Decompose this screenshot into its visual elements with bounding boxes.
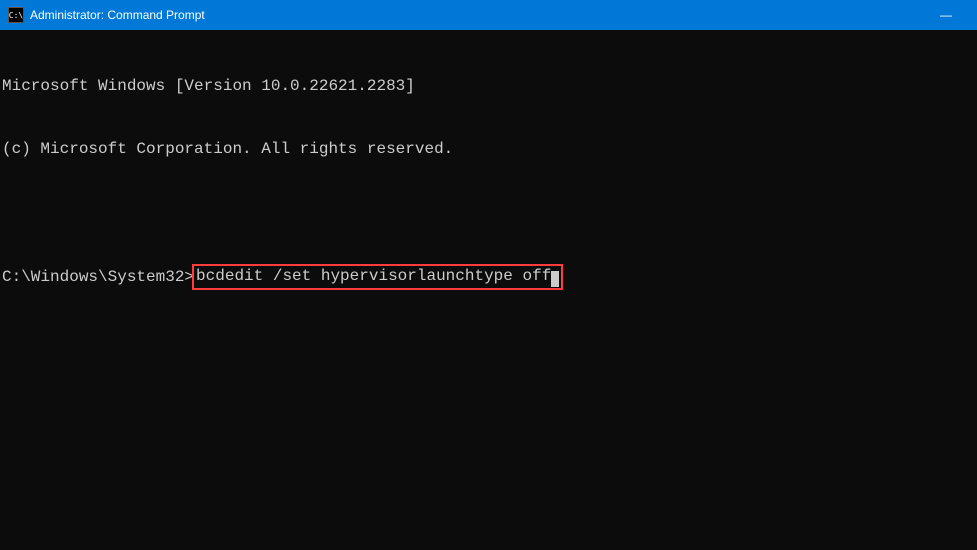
command-line[interactable]: C:\Windows\System32>bcdedit /set hypervi… (2, 265, 975, 289)
window-title: Administrator: Command Prompt (30, 8, 923, 22)
minimize-button[interactable]: — (923, 0, 969, 30)
command-highlight: bcdedit /set hypervisorlaunchtype off (192, 264, 563, 290)
terminal-output-line: (c) Microsoft Corporation. All rights re… (2, 139, 975, 160)
cmd-icon: C:\ (8, 7, 24, 23)
prompt-text: C:\Windows\System32> (2, 267, 194, 288)
window-titlebar: C:\ Administrator: Command Prompt — (0, 0, 977, 30)
text-cursor (551, 271, 559, 287)
command-text: bcdedit /set hypervisorlaunchtype off (196, 267, 551, 285)
terminal-output-line: Microsoft Windows [Version 10.0.22621.22… (2, 76, 975, 97)
terminal-body[interactable]: Microsoft Windows [Version 10.0.22621.22… (0, 30, 977, 314)
minimize-icon: — (940, 8, 952, 22)
blank-line (2, 202, 975, 223)
window-controls: — (923, 0, 969, 30)
cmd-icon-text: C:\ (9, 11, 23, 20)
